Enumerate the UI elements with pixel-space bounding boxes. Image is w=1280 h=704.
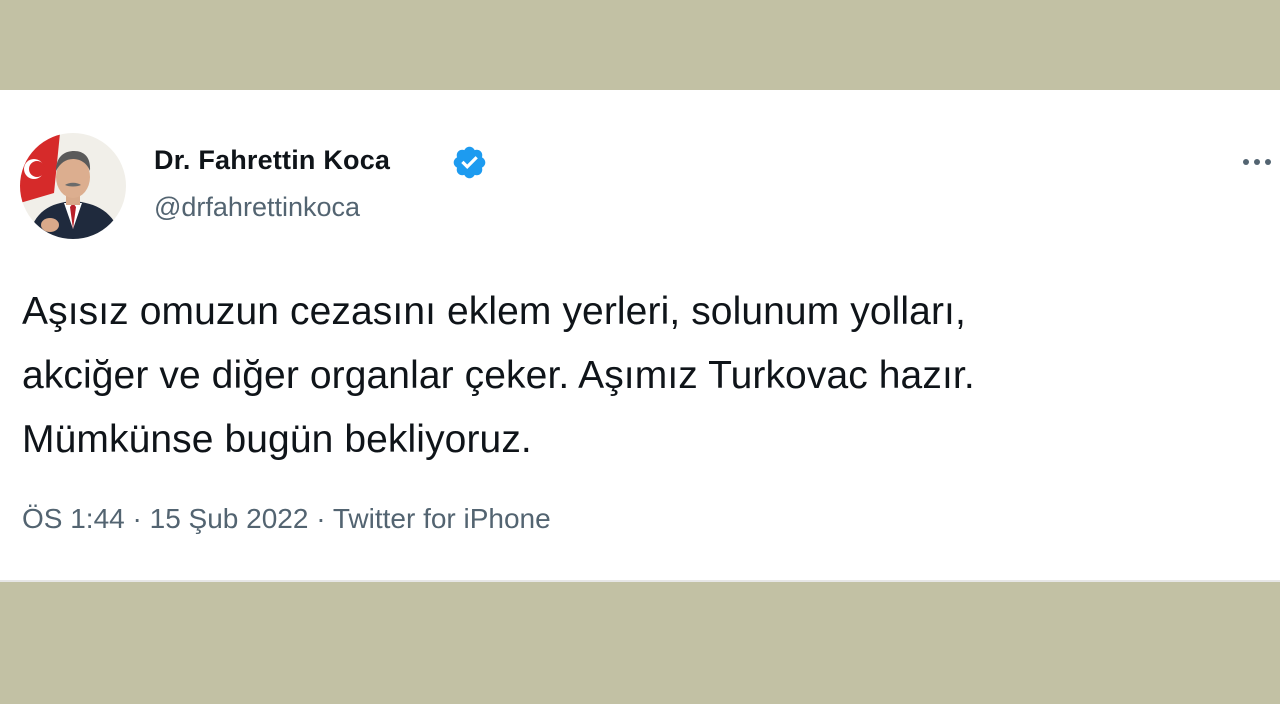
tweet-text-line: Mümkünse bugün bekliyoruz. — [22, 418, 532, 461]
tweet-metadata: ÖS 1:44 · 15 Şub 2022 · Twitter for iPho… — [22, 503, 551, 535]
tweet-date[interactable]: 15 Şub 2022 — [150, 503, 309, 534]
author-handle[interactable]: @drfahrettinkoca — [154, 192, 360, 223]
tweet-time[interactable]: ÖS 1:44 — [22, 503, 125, 534]
tweet-text-line: akciğer ve diğer organlar çeker. Aşımız … — [22, 354, 975, 397]
tweet-source[interactable]: Twitter for iPhone — [333, 503, 551, 534]
meta-separator: · — [316, 503, 326, 534]
author-name[interactable]: Dr. Fahrettin Koca — [154, 145, 390, 176]
tweet-text: Aşısız omuzun cezasını eklem yerleri, so… — [22, 280, 1262, 472]
tweet-text-line: Aşısız omuzun cezasını eklem yerleri, so… — [22, 290, 966, 333]
meta-separator: · — [132, 503, 142, 534]
background-band-top — [0, 0, 1280, 90]
avatar[interactable] — [20, 133, 126, 239]
more-options-icon[interactable] — [1240, 150, 1274, 174]
background-band-bottom — [0, 582, 1280, 704]
verified-badge-icon — [453, 146, 486, 179]
avatar-image — [20, 133, 126, 239]
